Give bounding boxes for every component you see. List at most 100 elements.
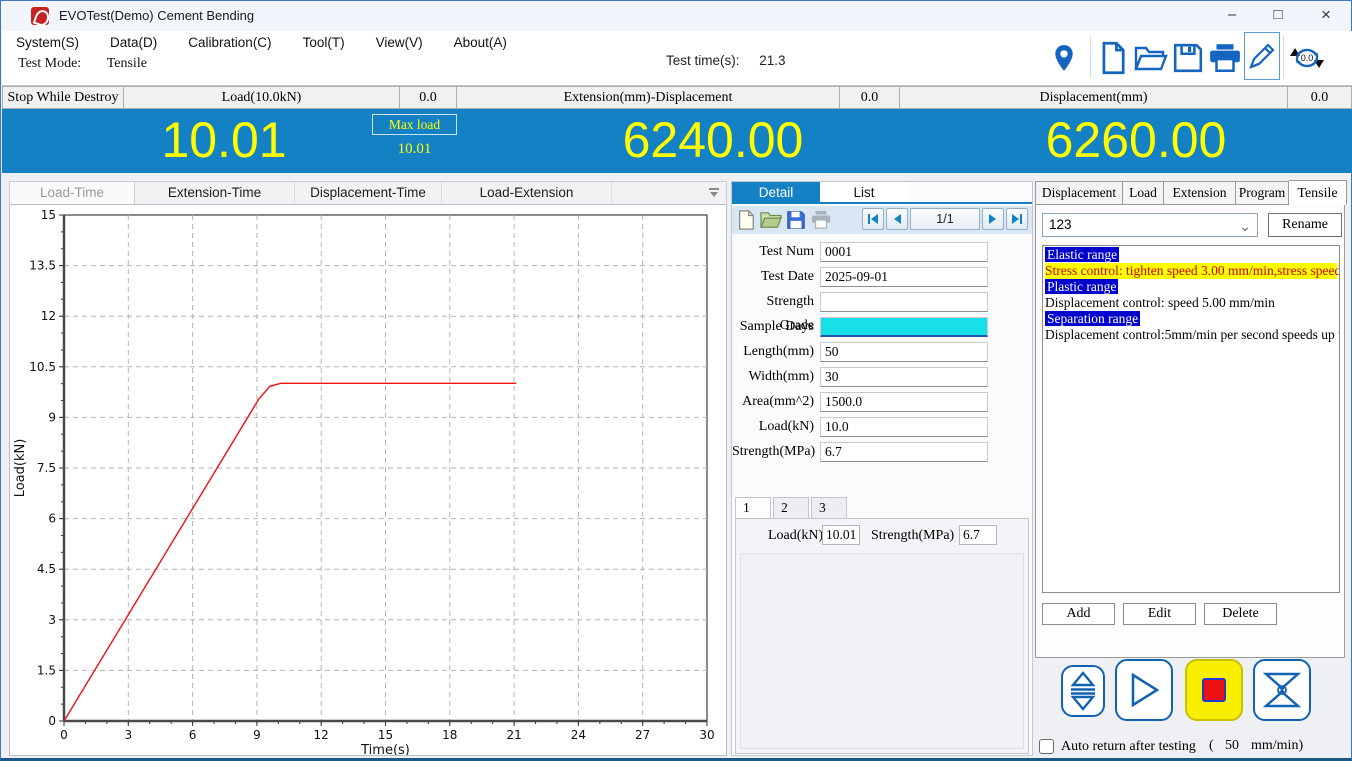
minimize-button[interactable]: – [1209,1,1255,31]
position-pin-icon[interactable] [1050,37,1078,79]
new-record-icon[interactable] [735,210,757,230]
extension-channel-cell: Extension(mm)-Displacement [457,86,840,109]
svg-text:3: 3 [124,728,132,742]
tab-load-time[interactable]: Load-Time [10,182,135,205]
print-icon[interactable] [1206,37,1244,79]
save-file-icon[interactable] [1170,37,1206,79]
pencil-icon [1247,41,1277,71]
tab-list[interactable]: List [820,182,908,202]
tab-extension-time[interactable]: Extension-Time [135,182,295,205]
first-page-button[interactable] [862,208,884,230]
test-mode-label: Test Mode: [18,56,81,71]
result-empty-area [740,553,1024,749]
svg-text:12: 12 [41,309,56,323]
chart-panel: Load-Time Extension-Time Displacement-Ti… [9,181,727,756]
edit-button[interactable] [1244,32,1280,80]
program-step-list[interactable]: Elastic range Stress control: tighten sp… [1042,245,1340,593]
menu-data[interactable]: Data(D) [110,35,157,50]
field-label: Sample Days [732,315,814,339]
result-tab-page: Load(kN) Strength(MPa) [735,518,1029,754]
strength-grade-field[interactable] [820,292,988,312]
last-page-button[interactable] [1006,208,1028,230]
speed-value[interactable]: 50 [1225,738,1239,754]
test-num-field[interactable] [820,242,988,262]
svg-text:7.5: 7.5 [37,461,56,475]
area-field[interactable] [820,392,988,412]
tab-displacement-time[interactable]: Displacement-Time [295,182,442,205]
stop-condition-cell: Stop While Destroy [2,86,124,109]
list-item[interactable]: Displacement control:5mm/min per second … [1045,327,1337,343]
menu-tool[interactable]: Tool(T) [303,35,345,50]
open-record-icon[interactable] [760,210,782,230]
open-file-icon[interactable] [1132,37,1170,79]
tab-load-extension[interactable]: Load-Extension [442,182,612,205]
tensile-test-page: 123 ⌄ Rename Elastic range Stress contro… [1035,205,1345,658]
jog-crosshead-button[interactable] [1061,665,1105,717]
control-tab-strip: Displacement Load Extension Program Tens… [1035,181,1347,205]
menu-calibration[interactable]: Calibration(C) [188,35,271,50]
rename-button[interactable]: Rename [1268,213,1342,237]
test-time-label: Test time(s): [666,53,740,68]
list-item: Plastic range [1045,279,1337,295]
list-item[interactable]: Stress control: tighten speed 3.00 mm/mi… [1045,263,1337,279]
tab-extension[interactable]: Extension [1164,181,1236,205]
result-tab-3[interactable]: 3 [811,497,847,518]
detail-toolbar: 1/1 [732,206,1032,234]
svg-text:18: 18 [442,728,457,742]
tab-load[interactable]: Load [1123,181,1164,205]
app-icon [31,7,49,25]
strength-field[interactable] [820,442,988,462]
field-label: Width(mm) [732,365,814,389]
delete-button[interactable]: Delete [1204,603,1277,625]
auto-return-checkbox[interactable] [1039,739,1054,754]
save-record-icon[interactable] [785,210,807,230]
return-limit-icon [1263,672,1301,708]
svg-text:15: 15 [378,728,393,742]
stop-test-button[interactable] [1185,659,1243,721]
scheme-select[interactable]: 123 ⌄ [1042,213,1258,237]
length-field[interactable] [820,342,988,362]
app-window: EVOTest(Demo) Cement Bending – □ × Syste… [0,0,1352,761]
close-button[interactable]: × [1303,1,1349,31]
scheme-value: 123 [1049,217,1072,232]
next-page-button[interactable] [982,208,1004,230]
svg-text:0: 0 [48,714,56,728]
tab-tensile-test[interactable]: Tensile Test [1289,180,1347,205]
sample-days-field[interactable] [820,317,988,337]
return-crosshead-button[interactable] [1253,659,1311,721]
result-tab-2[interactable]: 2 [773,497,809,518]
page-indicator: 1/1 [910,208,980,230]
tab-detail[interactable]: Detail [732,182,820,202]
toolbar-divider [1283,36,1284,78]
test-date-field[interactable] [820,267,988,287]
test-time-value: 21.3 [759,53,785,68]
print-record-icon[interactable] [810,210,832,230]
chart-tab-dropdown-icon[interactable] [708,188,720,198]
zero-reset-icon[interactable]: 0.0 [1286,37,1328,79]
list-item[interactable]: Displacement control: speed 5.00 mm/min [1045,295,1337,311]
result-tab-1[interactable]: 1 [735,497,771,519]
svg-text:10.5: 10.5 [29,360,56,374]
width-field[interactable] [820,367,988,387]
tab-program[interactable]: Program [1236,181,1289,205]
menu-view[interactable]: View(V) [376,35,423,50]
prev-page-button[interactable] [886,208,908,230]
maximize-button[interactable]: □ [1255,1,1301,31]
load-field[interactable] [820,417,988,437]
edit-button-program[interactable]: Edit [1123,603,1196,625]
new-file-icon[interactable] [1096,37,1130,79]
window-title: EVOTest(Demo) Cement Bending [59,1,254,31]
result-load-value[interactable] [822,525,860,545]
tab-displacement[interactable]: Displacement [1035,181,1123,205]
menu-system[interactable]: System(S) [16,35,79,50]
result-strength-value[interactable] [959,525,997,545]
auto-return-label: Auto return after testing [1061,738,1196,755]
field-label: Area(mm^2) [732,390,814,414]
menu-about[interactable]: About(A) [454,35,507,50]
displacement-small-value: 0.0 [1288,86,1352,109]
chart-svg: 03691215182124273001.534.567.5910.51213.… [10,205,726,755]
add-button[interactable]: Add [1042,603,1115,625]
test-mode: Test Mode: Tensile [18,56,147,72]
svg-text:9: 9 [48,410,56,424]
start-test-button[interactable] [1115,659,1173,721]
